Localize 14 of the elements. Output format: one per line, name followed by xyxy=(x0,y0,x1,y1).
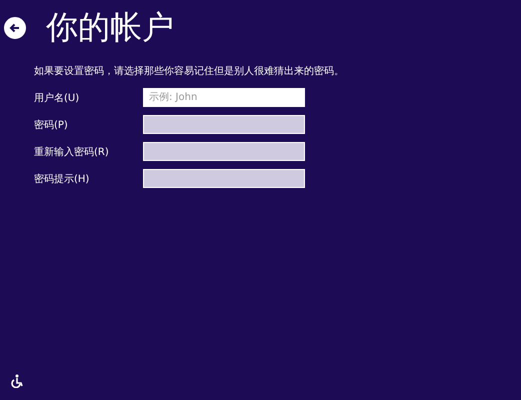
field-label: 密码(P) xyxy=(34,118,69,132)
field-label: 密码提示(H) xyxy=(34,172,90,186)
description-text: 如果要设置密码，请选择那些你容易记住但是别人很难猜出来的密码。 xyxy=(34,64,345,78)
field-label: 用户名(U) xyxy=(34,92,80,104)
accessibility-button[interactable] xyxy=(10,374,24,388)
back-arrow-icon xyxy=(8,21,22,35)
field-label: 重新输入密码(R) xyxy=(34,146,110,158)
input-field[interactable]: 示例: John xyxy=(143,88,305,107)
input-field[interactable] xyxy=(143,115,305,134)
page-title: 你的帐户 xyxy=(46,7,174,48)
back-button[interactable] xyxy=(4,17,26,39)
input-field[interactable] xyxy=(143,169,305,188)
accessibility-icon xyxy=(10,374,24,388)
input-field[interactable] xyxy=(143,142,305,161)
